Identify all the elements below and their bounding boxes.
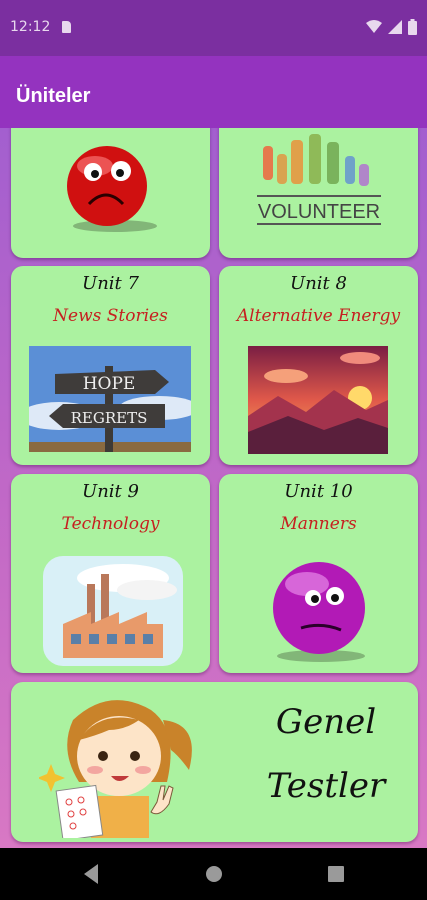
signal-icon xyxy=(388,20,402,34)
unit-card-8[interactable]: Unit 8 Alternative Energy xyxy=(219,266,418,465)
genel-title-line2: Testler xyxy=(266,766,386,806)
volunteer-hands-image: VOLUNTEER xyxy=(257,134,381,225)
volunteer-text: VOLUNTEER xyxy=(258,201,380,223)
purple-face-image xyxy=(273,562,365,662)
genel-testler-card[interactable]: Genel Testler xyxy=(11,682,418,842)
sunset-mountains-image xyxy=(248,346,388,454)
status-bar: 12:12 xyxy=(0,0,427,56)
unit-number: Unit 9 xyxy=(82,481,139,502)
unit-card-volunteer[interactable]: VOLUNTEER xyxy=(219,128,418,258)
system-nav-bar xyxy=(0,848,427,900)
sad-red-face-image xyxy=(67,146,157,232)
unit-card-10[interactable]: Unit 10 Manners xyxy=(219,474,418,673)
hope-regrets-signpost-image: HOPE REGRETS xyxy=(29,346,191,452)
unit-card-7[interactable]: Unit 7 News Stories HOPE REGRETS xyxy=(11,266,210,465)
home-icon[interactable] xyxy=(204,862,224,886)
units-grid[interactable]: VOLUNTEER Unit 7 News Stories HOPE REGRE… xyxy=(0,128,427,848)
unit-topic: Alternative Energy xyxy=(236,306,401,326)
signpost-regrets-text: REGRETS xyxy=(71,409,148,427)
sim-card-icon xyxy=(62,21,71,33)
unit-number: Unit 7 xyxy=(82,273,139,294)
genel-title-line1: Genel xyxy=(275,702,377,742)
page-title: Üniteler xyxy=(16,85,91,107)
back-icon[interactable] xyxy=(82,862,100,886)
recents-icon[interactable] xyxy=(327,862,345,886)
signpost-hope-text: HOPE xyxy=(83,374,136,394)
status-time: 12:12 xyxy=(10,19,51,35)
unit-topic: Manners xyxy=(280,514,357,534)
unit-card-sad-face[interactable] xyxy=(11,128,210,258)
girl-with-test-paper-image xyxy=(39,700,192,838)
unit-number: Unit 10 xyxy=(284,481,353,502)
status-icons xyxy=(366,19,417,35)
unit-number: Unit 8 xyxy=(290,273,347,294)
unit-topic: Technology xyxy=(61,514,160,534)
app-bar: Üniteler xyxy=(0,56,427,128)
factory-image xyxy=(43,556,183,666)
unit-topic: News Stories xyxy=(53,306,168,326)
unit-card-9[interactable]: Unit 9 Technology xyxy=(11,474,210,673)
wifi-icon xyxy=(366,20,382,33)
battery-icon xyxy=(408,19,417,35)
